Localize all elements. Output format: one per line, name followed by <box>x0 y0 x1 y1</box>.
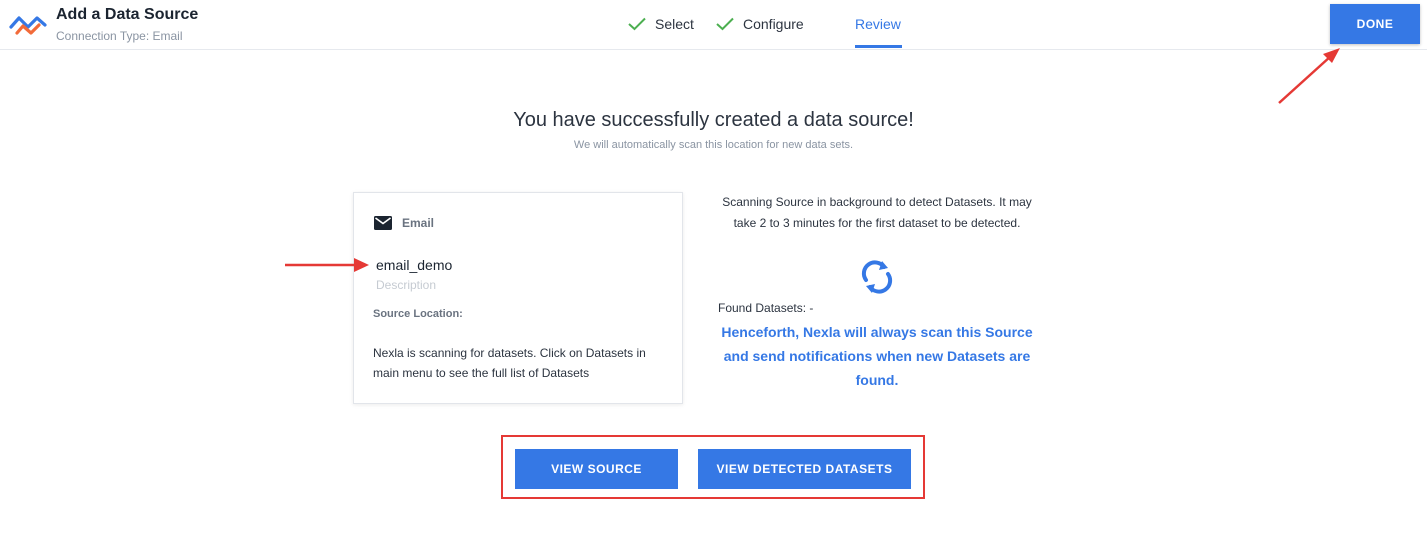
check-icon <box>628 17 646 31</box>
source-location-label: Source Location: <box>373 308 463 320</box>
source-card: Email email_demo Description Source Loca… <box>353 192 683 404</box>
source-description: Description <box>376 278 437 292</box>
page-title: Add a Data Source <box>56 6 199 23</box>
nexla-logo-icon <box>9 16 47 35</box>
view-detected-datasets-button[interactable]: VIEW DETECTED DATASETS <box>698 449 911 489</box>
scan-message: Nexla is scanning for datasets. Click on… <box>373 346 646 380</box>
source-name: email_demo <box>376 257 453 273</box>
success-headline: You have successfully created a data sou… <box>513 109 914 131</box>
source-type-label: Email <box>402 216 435 230</box>
scan-status-text: Scanning Source in background to detect … <box>722 195 1032 230</box>
page-header: Add a Data Source Connection Type: Email… <box>0 0 1427 50</box>
step-select[interactable]: Select <box>628 16 694 32</box>
source-type: Email <box>374 216 434 230</box>
refresh-icon <box>861 260 893 294</box>
step-review-label: Review <box>855 16 901 32</box>
connection-type: Connection Type: Email <box>56 29 183 43</box>
mail-icon <box>374 216 392 230</box>
view-source-button[interactable]: VIEW SOURCE <box>515 449 678 489</box>
check-icon <box>716 17 734 31</box>
arrow-to-done <box>1278 48 1340 104</box>
active-step-indicator <box>855 45 902 48</box>
step-configure-label: Configure <box>743 16 804 32</box>
success-subline: We will automatically scan this location… <box>573 139 854 151</box>
found-datasets: Found Datasets: - <box>718 301 814 315</box>
step-configure[interactable]: Configure <box>716 16 804 32</box>
step-review[interactable]: Review <box>855 16 901 32</box>
step-select-label: Select <box>655 16 694 32</box>
scan-notice: Henceforth, Nexla will always scan this … <box>721 324 1033 388</box>
done-button[interactable]: DONE <box>1330 4 1420 44</box>
